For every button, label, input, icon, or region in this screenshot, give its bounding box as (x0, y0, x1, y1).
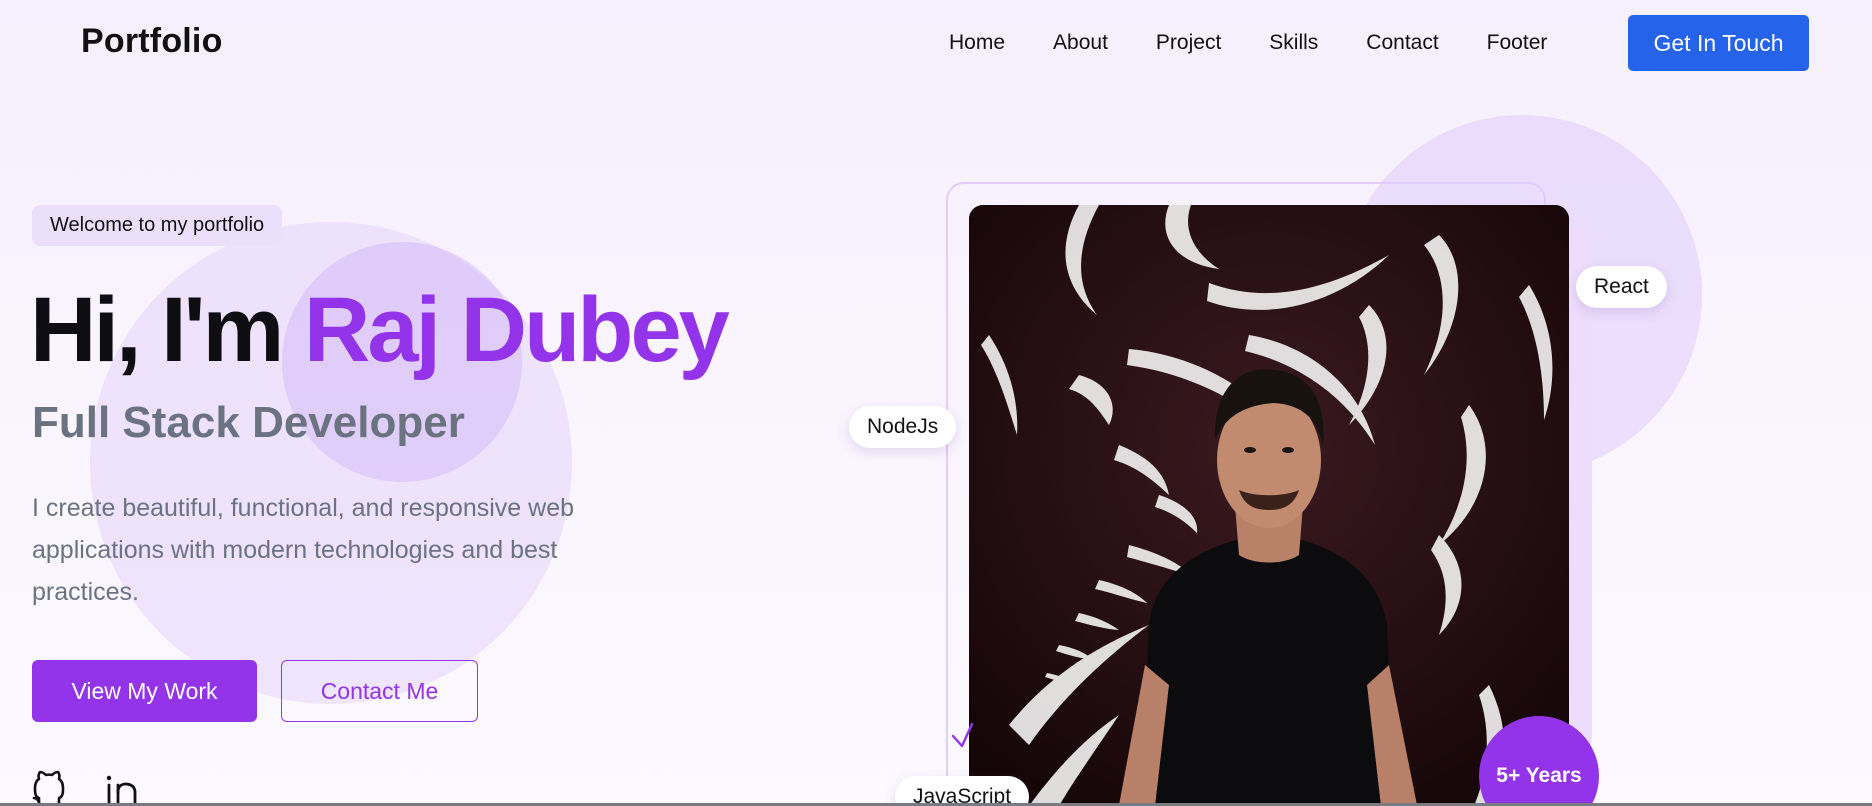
nav-footer[interactable]: Footer (1487, 31, 1548, 55)
nav-about[interactable]: About (1053, 31, 1108, 55)
contact-me-button[interactable]: Contact Me (281, 660, 478, 722)
tag-javascript: JavaScript (895, 776, 1030, 806)
hero-title-prefix: Hi, I'm (30, 279, 304, 381)
github-icon[interactable] (32, 768, 66, 806)
tag-react: React (1576, 266, 1667, 308)
welcome-badge: Welcome to my portfolio (32, 205, 283, 246)
hero-name: Raj Dubey (303, 279, 730, 381)
main-nav: Home About Project Skills Contact Footer (949, 31, 1595, 55)
check-icon (951, 722, 974, 748)
hero-title: Hi, I'm Raj Dubey (30, 278, 730, 383)
nav-contact[interactable]: Contact (1366, 31, 1438, 55)
linkedin-icon[interactable] (104, 768, 138, 806)
hero-subtitle: Full Stack Developer (32, 398, 465, 447)
logo[interactable]: Portfolio (81, 22, 223, 61)
profile-photo (969, 205, 1569, 806)
nav-project[interactable]: Project (1156, 31, 1221, 55)
hero-description: I create beautiful, functional, and resp… (32, 494, 575, 606)
get-in-touch-button[interactable]: Get In Touch (1628, 15, 1809, 71)
nav-home[interactable]: Home (949, 31, 1005, 55)
site-header: Portfolio Home About Project Skills Cont… (0, 0, 1872, 90)
view-my-work-button[interactable]: View My Work (32, 660, 257, 722)
tag-nodejs: NodeJs (849, 406, 957, 448)
nav-skills[interactable]: Skills (1269, 31, 1318, 55)
